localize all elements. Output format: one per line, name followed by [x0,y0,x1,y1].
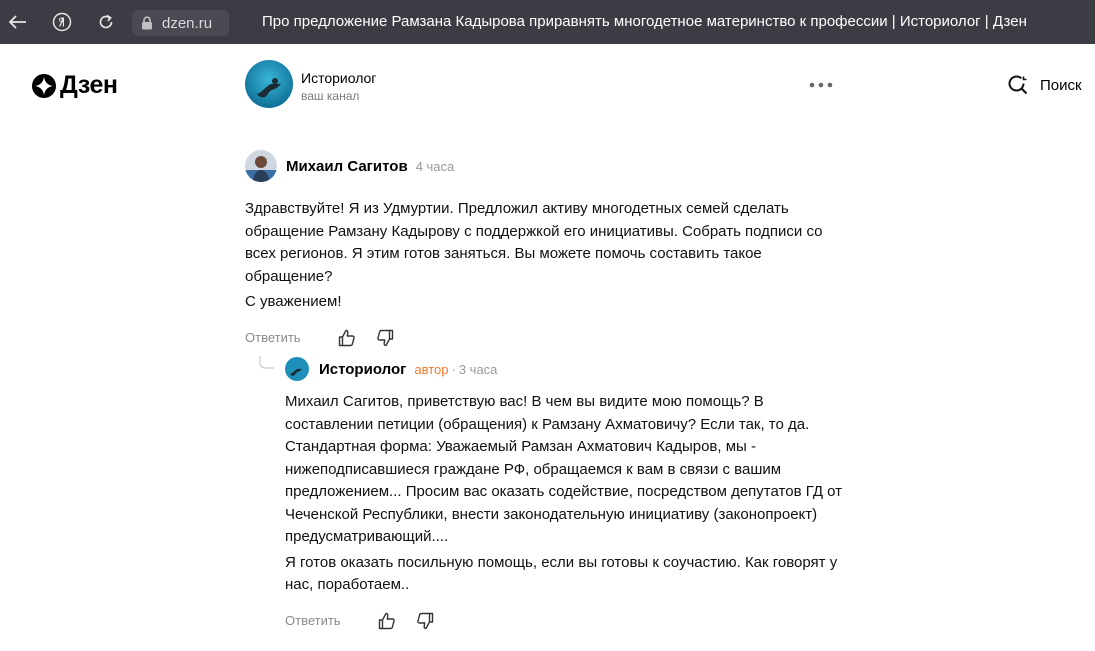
comment-paragraph: С уважением! [245,293,342,310]
url-text: dzen.ru [162,14,213,32]
avatar[interactable] [245,150,277,182]
logo-text: Дзен [60,71,118,99]
search-icon [1008,75,1028,95]
thread-connector [259,356,275,375]
reload-icon[interactable] [96,12,116,32]
comment-paragraph: Михаил Сагитов, приветствую вас! В чем в… [285,393,843,545]
reply-button[interactable]: Ответить [285,613,341,628]
channel-avatar[interactable] [245,60,293,108]
channel-subtitle: ваш канал [301,89,360,103]
thumbs-down-icon[interactable] [415,611,435,631]
comment-author[interactable]: Историолог [319,361,406,378]
thumbs-up-icon[interactable] [337,328,357,348]
comment-paragraph: Я готов оказать посильную помощь, если в… [285,553,838,594]
thumbs-up-icon[interactable] [377,611,397,631]
page-title: Про предложение Рамзана Кадырова приравн… [262,13,1027,30]
search-label: Поиск [1040,76,1082,94]
comment-author[interactable]: Михаил Сагитов [286,158,408,175]
dzen-logo[interactable]: Дзен [32,71,118,100]
avatar[interactable] [285,357,309,381]
browser-toolbar: dzen.ru Про предложение Рамзана Кадырова… [0,0,1095,44]
comment-actions: Ответить [285,611,845,631]
thumbs-down-icon[interactable] [375,328,395,348]
comment-header: Михаил Сагитов 4 часа [245,150,845,182]
comment-body: Здравствуйте! Я из Удмуртии. Предложил а… [245,198,845,314]
dzen-star-icon [32,73,56,98]
address-bar[interactable]: dzen.ru [132,10,229,36]
comment-time: 3 часа [458,361,498,377]
reply-button[interactable]: Ответить [245,330,301,345]
comment-reply: Историолог автор · 3 часа Михаил Сагитов… [285,357,845,631]
comment-body: Михаил Сагитов, приветствую вас! В чем в… [285,391,845,597]
search-button[interactable]: Поиск [1008,75,1082,95]
comment: Михаил Сагитов 4 часа Здравствуйте! Я из… [245,150,845,348]
lock-icon [140,15,154,31]
back-arrow-icon[interactable] [8,12,28,32]
separator-dot: · [451,361,456,377]
yandex-icon[interactable] [52,12,72,32]
comment-time: 4 часа [415,158,455,174]
comment-actions: Ответить [245,328,845,348]
more-options-icon[interactable] [806,78,836,92]
channel-name[interactable]: Историолог [301,70,376,86]
comment-header: Историолог автор · 3 часа [285,357,845,381]
comment-paragraph: Здравствуйте! Я из Удмуртии. Предложил а… [245,200,823,285]
author-badge: автор [414,361,449,377]
